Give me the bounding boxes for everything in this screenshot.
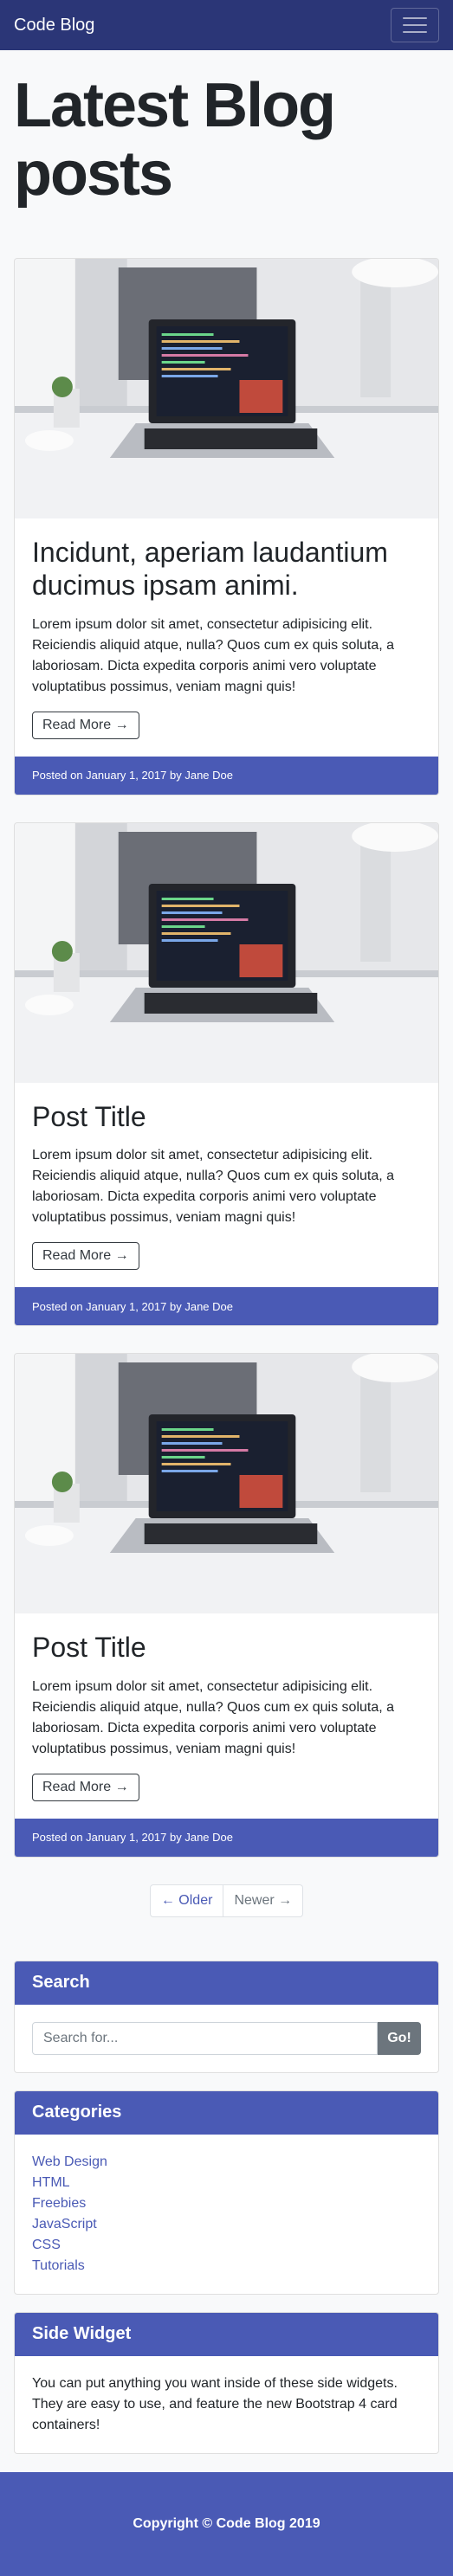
side-widget-title: Side Widget [15, 2312, 438, 2356]
search-go-button[interactable]: Go! [378, 2021, 421, 2055]
post-title[interactable]: Post Title [32, 1631, 421, 1664]
post-meta: Posted on January 1, 2017 by Jane Doe [15, 1818, 438, 1857]
post-image [15, 259, 438, 518]
category-link-html[interactable]: HTML [32, 2173, 421, 2193]
search-input[interactable] [32, 2021, 378, 2055]
hamburger-icon [403, 17, 427, 19]
post-body: Post Title Lorem ipsum dolor sit amet, c… [15, 1083, 438, 1287]
side-widget: Side Widget You can put anything you wan… [14, 2311, 439, 2454]
post-body: Incidunt, aperiam laudantium ducimus ips… [15, 518, 438, 757]
search-widget: Search Go! [14, 1960, 439, 2073]
search-group: Go! [32, 2021, 421, 2055]
page-title: Latest Blog posts [14, 71, 336, 209]
category-link-freebies[interactable]: Freebies [32, 2193, 421, 2214]
category-link-css[interactable]: CSS [32, 2235, 421, 2256]
read-more-button[interactable]: Read More → [32, 711, 139, 739]
post-excerpt: Lorem ipsum dolor sit amet, consectetur … [32, 1148, 395, 1226]
post-card: Incidunt, aperiam laudantium ducimus ips… [14, 258, 439, 795]
category-link-tutorials[interactable]: Tutorials [32, 2256, 421, 2277]
navbar: Code Blog [0, 0, 453, 50]
categories-widget-title: Categories [15, 2090, 438, 2135]
navbar-toggler-button[interactable] [391, 8, 439, 42]
pagination: ← Older Newer → [0, 1884, 453, 1917]
newer-page-button[interactable]: Newer → [223, 1884, 304, 1917]
post-card: Post Title Lorem ipsum dolor sit amet, c… [14, 1353, 439, 1858]
category-link-web-design[interactable]: Web Design [32, 2152, 421, 2173]
read-more-button[interactable]: Read More → [32, 1773, 139, 1801]
categories-widget: Categories Web Design HTML Freebies Java… [14, 2090, 439, 2295]
older-page-button[interactable]: ← Older [149, 1884, 224, 1917]
post-excerpt: Lorem ipsum dolor sit amet, consectetur … [32, 1678, 395, 1756]
post-image [15, 1354, 438, 1614]
categories-list: Web Design HTML Freebies JavaScript CSS … [32, 2152, 421, 2277]
post-card: Post Title Lorem ipsum dolor sit amet, c… [14, 821, 439, 1327]
post-title[interactable]: Post Title [32, 1100, 421, 1133]
category-link-javascript[interactable]: JavaScript [32, 2214, 421, 2235]
copyright-text: Copyright © Code Blog 2019 [133, 2516, 320, 2531]
post-excerpt: Lorem ipsum dolor sit amet, consectetur … [32, 616, 395, 694]
page-footer: Copyright © Code Blog 2019 [0, 2472, 453, 2576]
post-meta: Posted on January 1, 2017 by Jane Doe [15, 1287, 438, 1326]
side-widget-text: You can put anything you want inside of … [32, 2375, 398, 2432]
read-more-button[interactable]: Read More → [32, 1242, 139, 1271]
post-title[interactable]: Incidunt, aperiam laudantium ducimus ips… [32, 536, 421, 602]
post-image [15, 822, 438, 1083]
post-body: Post Title Lorem ipsum dolor sit amet, c… [15, 1613, 438, 1818]
brand-link[interactable]: Code Blog [14, 16, 94, 35]
search-widget-title: Search [15, 1961, 438, 2005]
post-meta: Posted on January 1, 2017 by Jane Doe [15, 756, 438, 795]
